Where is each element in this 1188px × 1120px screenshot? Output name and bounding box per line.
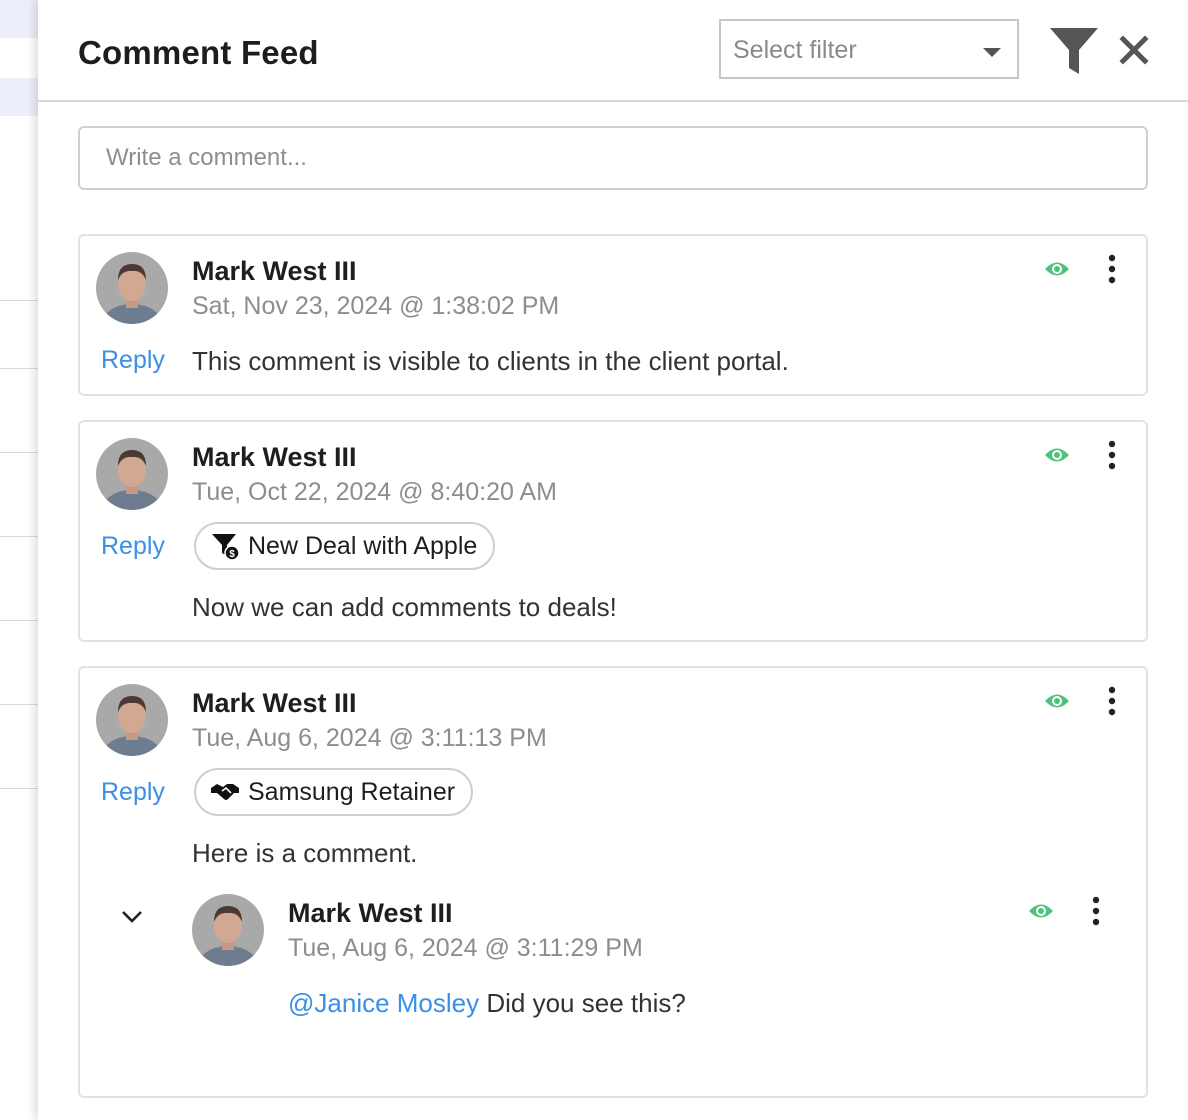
comment-timestamp: Tue, Oct 22, 2024 @ 8:40:20 AM bbox=[192, 478, 557, 506]
comment-timestamp: Sat, Nov 23, 2024 @ 1:38:02 PM bbox=[192, 292, 560, 320]
comment-author[interactable]: Mark West III bbox=[192, 442, 357, 473]
svg-text:$: $ bbox=[229, 549, 235, 560]
comment-text: Here is a comment. bbox=[192, 838, 418, 868]
close-icon[interactable] bbox=[1118, 34, 1150, 66]
comment-feed-panel: Comment Feed Select filter Write a comme… bbox=[38, 0, 1188, 1120]
comment-timestamp: Tue, Aug 6, 2024 @ 3:11:13 PM bbox=[192, 724, 547, 752]
chevron-down-icon bbox=[983, 48, 1001, 57]
comment-card: Mark West III Tue, Aug 6, 2024 @ 3:11:13… bbox=[78, 666, 1148, 1098]
background-divider bbox=[0, 536, 38, 537]
panel-title: Comment Feed bbox=[78, 34, 319, 71]
visible-eye-icon[interactable] bbox=[1044, 692, 1070, 710]
user-mention-link[interactable]: @Janice Mosley bbox=[288, 988, 479, 1018]
avatar[interactable] bbox=[96, 438, 168, 510]
background-row-highlight bbox=[0, 0, 38, 38]
background-divider bbox=[0, 452, 38, 453]
comment-author[interactable]: Mark West III bbox=[192, 256, 357, 287]
background-divider bbox=[0, 788, 38, 789]
filter-icon[interactable] bbox=[1048, 26, 1100, 76]
comment-card: Mark West III Sat, Nov 23, 2024 @ 1:38:0… bbox=[78, 234, 1148, 396]
linked-retainer-chip[interactable]: Samsung Retainer bbox=[194, 768, 474, 816]
handshake-icon bbox=[211, 784, 239, 800]
background-row-highlight bbox=[0, 78, 38, 116]
visible-eye-icon[interactable] bbox=[1044, 260, 1070, 278]
more-options-icon[interactable] bbox=[1106, 686, 1118, 716]
reply-timestamp: Tue, Aug 6, 2024 @ 3:11:29 PM bbox=[288, 934, 643, 962]
reply-button[interactable]: Reply bbox=[101, 778, 165, 807]
reply-button[interactable]: Reply bbox=[101, 346, 165, 375]
comment-author[interactable]: Mark West III bbox=[192, 688, 357, 719]
background-divider bbox=[0, 300, 38, 301]
background-divider bbox=[0, 368, 38, 369]
comment-card: Mark West III Tue, Oct 22, 2024 @ 8:40:2… bbox=[78, 420, 1148, 642]
avatar[interactable] bbox=[96, 684, 168, 756]
background-divider bbox=[0, 704, 38, 705]
reply-author[interactable]: Mark West III bbox=[288, 898, 453, 929]
visible-eye-icon[interactable] bbox=[1044, 446, 1070, 464]
comment-text: This comment is visible to clients in th… bbox=[192, 346, 789, 376]
filter-select-placeholder: Select filter bbox=[733, 36, 857, 64]
reply-text: @Janice Mosley Did you see this? bbox=[288, 988, 686, 1019]
deal-funnel-icon: $ bbox=[212, 534, 240, 561]
reply-avatar[interactable] bbox=[192, 894, 264, 966]
linked-retainer-label: Samsung Retainer bbox=[248, 777, 456, 806]
avatar[interactable] bbox=[96, 252, 168, 324]
linked-deal-label: New Deal with Apple bbox=[248, 531, 478, 560]
more-options-icon[interactable] bbox=[1106, 440, 1118, 470]
comment-input[interactable] bbox=[78, 126, 1148, 190]
more-options-icon[interactable] bbox=[1090, 896, 1102, 926]
background-page-strip bbox=[0, 0, 38, 1120]
panel-header: Comment Feed Select filter bbox=[38, 0, 1188, 102]
collapse-chevron-icon[interactable] bbox=[120, 908, 144, 924]
reply-button[interactable]: Reply bbox=[101, 532, 165, 561]
reply-text-body: Did you see this? bbox=[479, 988, 686, 1018]
background-divider bbox=[0, 620, 38, 621]
comment-text: Now we can add comments to deals! bbox=[192, 592, 617, 622]
filter-select[interactable]: Select filter bbox=[719, 19, 1019, 79]
linked-deal-chip[interactable]: $ New Deal with Apple bbox=[194, 522, 496, 570]
visible-eye-icon[interactable] bbox=[1028, 902, 1054, 920]
more-options-icon[interactable] bbox=[1106, 254, 1118, 284]
